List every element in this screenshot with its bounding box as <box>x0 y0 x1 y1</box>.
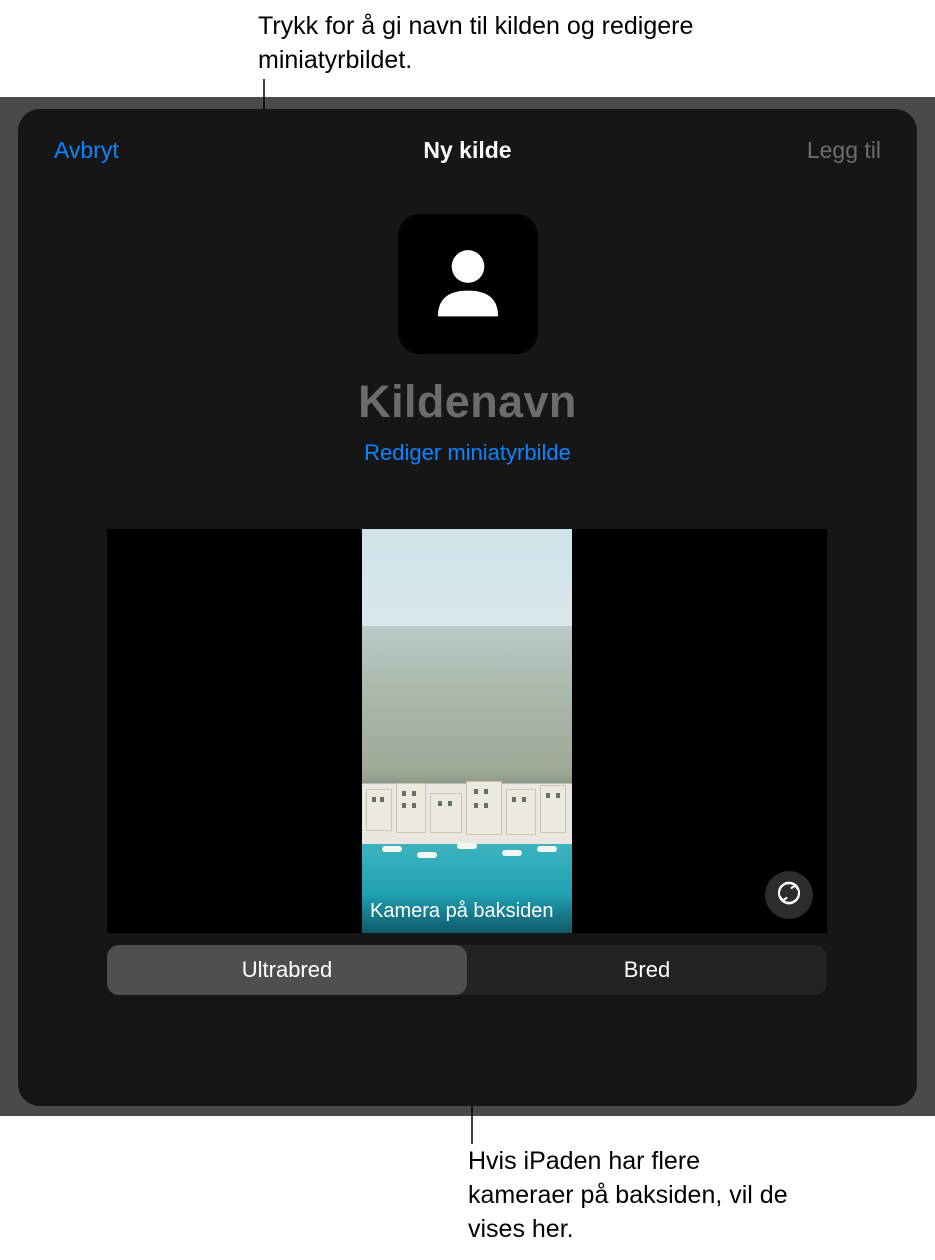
camera-preview: Kamera på baksiden <box>107 529 827 933</box>
cancel-button[interactable]: Avbryt <box>54 137 119 164</box>
source-header: Kildenavn Rediger miniatyrbilde <box>18 214 917 466</box>
add-button[interactable]: Legg til <box>807 137 881 164</box>
callout-bottom: Hvis iPaden har flere kameraer på baksid… <box>468 1145 808 1246</box>
dialog-nav: Avbryt Ny kilde Legg til <box>18 109 917 164</box>
flip-camera-button[interactable] <box>765 871 813 919</box>
dialog-title: Ny kilde <box>18 137 917 164</box>
camera-lens-segmented[interactable]: Ultrabred Bred <box>107 945 827 995</box>
source-name-field[interactable]: Kildenavn <box>18 376 917 428</box>
person-icon <box>425 239 511 330</box>
flip-camera-icon <box>774 878 804 913</box>
new-source-dialog: Avbryt Ny kilde Legg til Kildenavn Redig… <box>18 109 917 1106</box>
callout-top: Trykk for å gi navn til kilden og redige… <box>258 10 718 78</box>
segment-ultrawide[interactable]: Ultrabred <box>107 945 467 995</box>
thumbnail-tile[interactable] <box>398 214 538 354</box>
camera-preview-image: Kamera på baksiden <box>362 529 572 933</box>
camera-label: Kamera på baksiden <box>362 894 572 933</box>
edit-thumbnail-link[interactable]: Rediger miniatyrbilde <box>18 440 917 466</box>
segment-wide[interactable]: Bred <box>467 945 827 995</box>
